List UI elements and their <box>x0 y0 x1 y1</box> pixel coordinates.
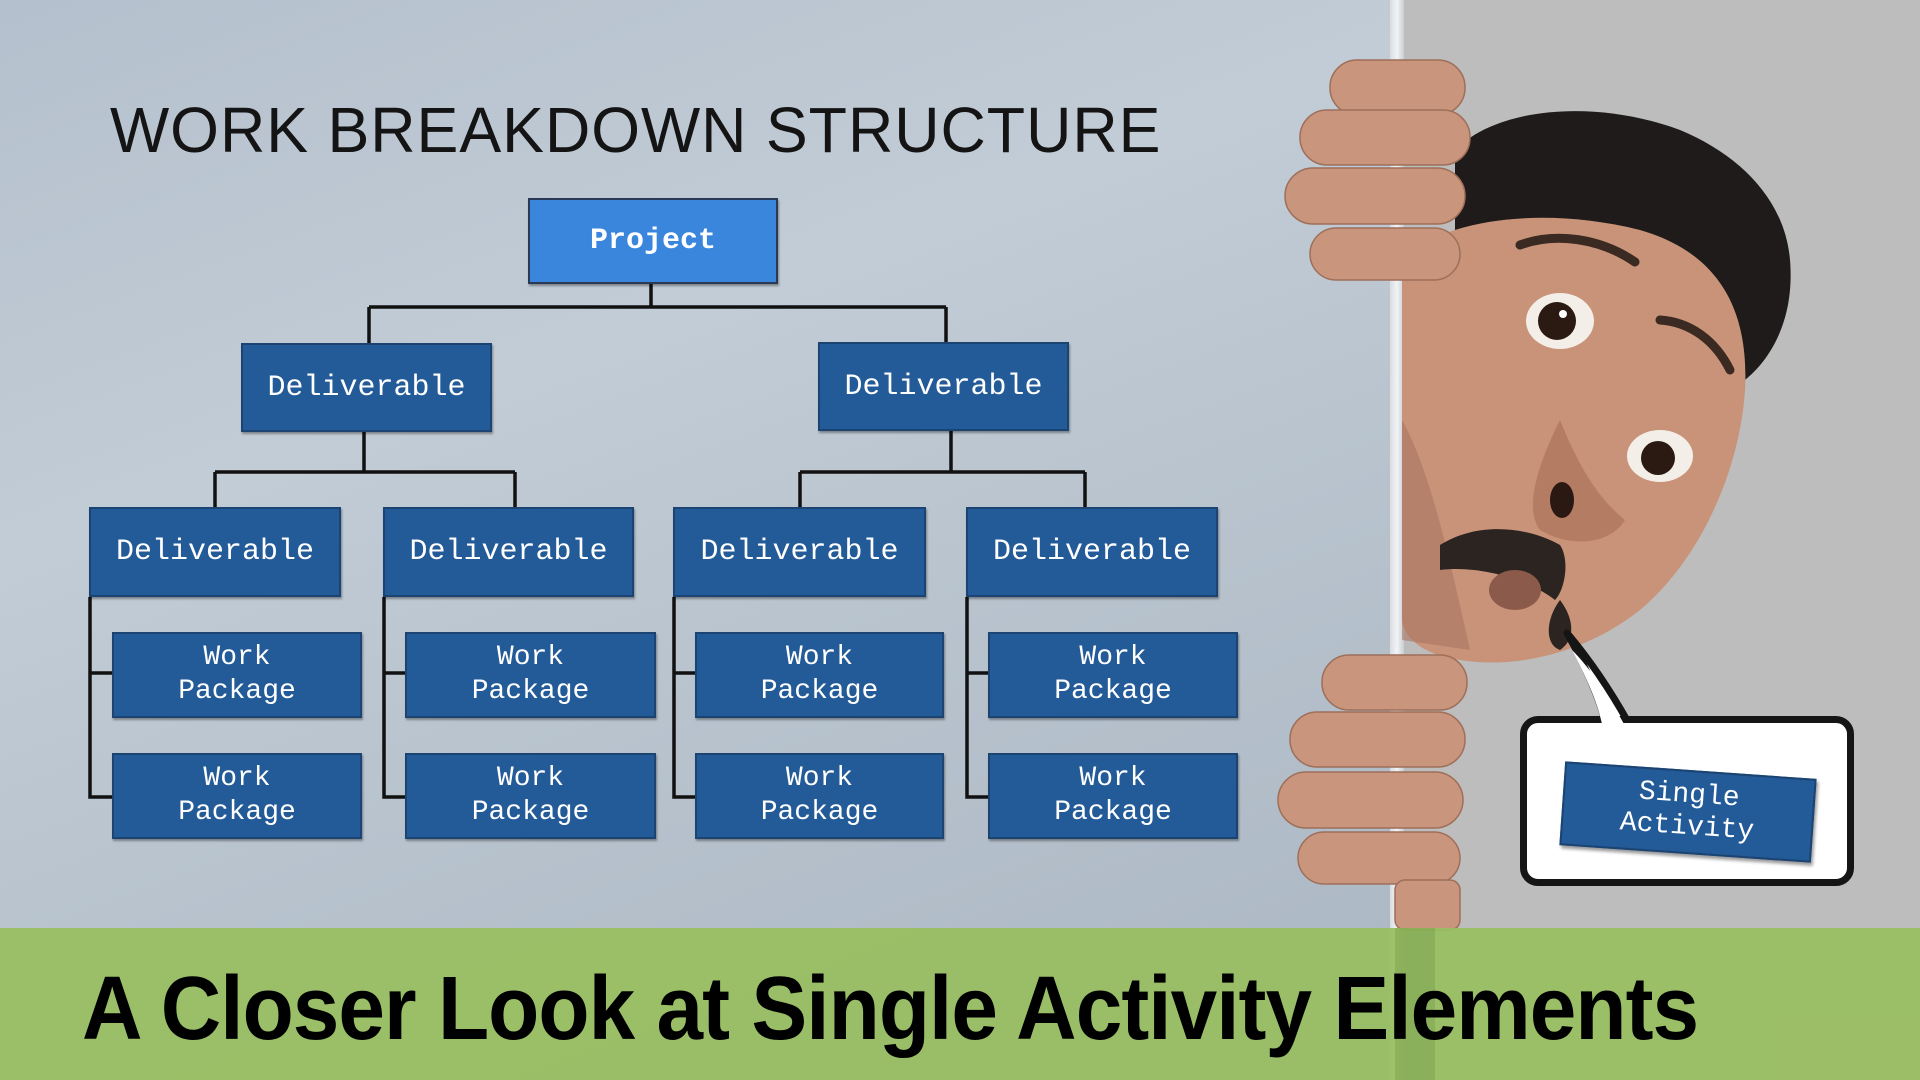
speech-bubble-tail-join <box>1572 650 1624 724</box>
single-activity-node: Single Activity <box>1559 761 1817 863</box>
headline-text: A Closer Look at Single Activity Element… <box>82 959 1699 1059</box>
